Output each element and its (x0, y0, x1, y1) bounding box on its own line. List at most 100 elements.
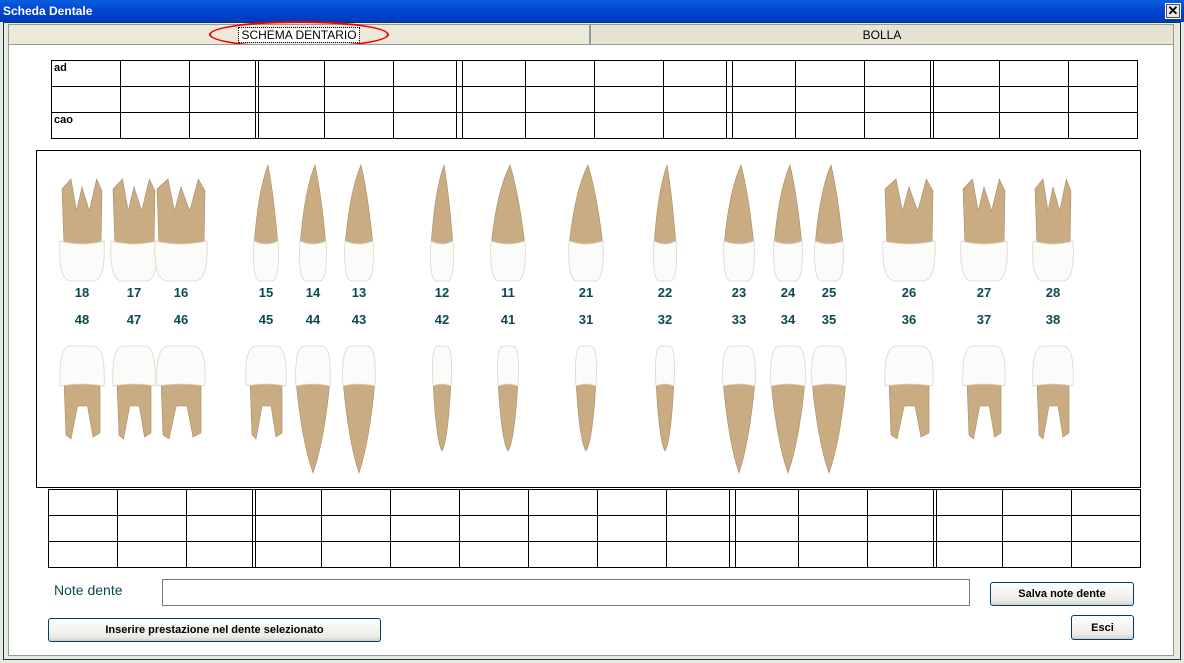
grid-cell[interactable] (1002, 489, 1072, 516)
tooth-34[interactable] (770, 345, 806, 474)
grid-cell[interactable] (186, 515, 256, 542)
grid-cell[interactable] (186, 489, 256, 516)
note-dente-input[interactable] (162, 579, 970, 606)
tooth-27[interactable] (960, 178, 1008, 282)
grid-cell[interactable] (726, 60, 796, 87)
tooth-47[interactable] (112, 345, 156, 440)
grid-cell[interactable] (252, 541, 322, 568)
grid-cell[interactable] (120, 112, 190, 139)
grid-cell[interactable] (117, 489, 187, 516)
grid-cell[interactable] (663, 60, 733, 87)
tooth-36[interactable] (884, 345, 934, 440)
grid-cell[interactable] (594, 60, 664, 87)
inserire-prestazione-button[interactable]: Inserire prestazione nel dente seleziona… (48, 618, 381, 642)
grid-cell[interactable] (459, 489, 529, 516)
grid-cell[interactable] (120, 86, 190, 113)
grid-cell[interactable] (189, 60, 259, 87)
grid-cell[interactable] (525, 60, 595, 87)
grid-cell[interactable] (117, 541, 187, 568)
grid-cell[interactable] (390, 515, 460, 542)
grid-cell[interactable] (390, 541, 460, 568)
grid-cell[interactable] (324, 86, 394, 113)
grid-cell[interactable] (867, 515, 937, 542)
tooth-12[interactable] (430, 163, 454, 282)
grid-cell[interactable] (390, 489, 460, 516)
grid-cell[interactable] (1002, 515, 1072, 542)
grid-cell[interactable] (594, 112, 664, 139)
grid-cell[interactable] (798, 541, 868, 568)
grid-cell[interactable] (528, 515, 598, 542)
grid-cell[interactable] (1068, 60, 1138, 87)
grid-cell[interactable] (189, 112, 259, 139)
grid-cell[interactable] (666, 489, 736, 516)
grid-cell[interactable] (729, 489, 799, 516)
grid-cell[interactable] (525, 112, 595, 139)
grid-cell[interactable] (1002, 541, 1072, 568)
grid-cell[interactable] (1071, 515, 1141, 542)
grid-cell[interactable] (255, 60, 325, 87)
grid-cell[interactable] (48, 515, 118, 542)
tooth-37[interactable] (962, 345, 1006, 440)
tooth-26[interactable] (882, 178, 936, 282)
grid-cell[interactable] (597, 489, 667, 516)
grid-cell[interactable] (729, 541, 799, 568)
tooth-38[interactable] (1032, 345, 1074, 440)
salva-note-button[interactable]: Salva note dente (990, 582, 1134, 606)
tooth-48[interactable] (59, 345, 105, 440)
tooth-25[interactable] (814, 164, 844, 282)
grid-cell[interactable] (663, 112, 733, 139)
grid-cell[interactable] (252, 489, 322, 516)
grid-cell[interactable] (459, 541, 529, 568)
grid-cell[interactable] (1071, 489, 1141, 516)
grid-cell[interactable] (798, 489, 868, 516)
grid-cell[interactable] (51, 86, 121, 113)
grid-cell[interactable] (255, 112, 325, 139)
tooth-41[interactable] (497, 345, 519, 452)
grid-cell[interactable] (456, 86, 526, 113)
grid-cell[interactable]: ad (51, 60, 121, 87)
grid-cell[interactable] (999, 86, 1069, 113)
tooth-31[interactable] (575, 345, 597, 452)
grid-cell[interactable] (864, 86, 934, 113)
grid-cell[interactable] (666, 541, 736, 568)
grid-cell[interactable] (999, 112, 1069, 139)
tab-bolla[interactable]: BOLLA (590, 24, 1174, 44)
grid-cell[interactable] (864, 60, 934, 87)
tooth-23[interactable] (723, 164, 755, 282)
grid-cell[interactable] (930, 112, 1000, 139)
grid-cell[interactable] (999, 60, 1069, 87)
grid-cell[interactable] (459, 515, 529, 542)
grid-cell[interactable] (1068, 86, 1138, 113)
grid-cell[interactable] (393, 112, 463, 139)
grid-cell[interactable] (864, 112, 934, 139)
grid-cell[interactable] (726, 112, 796, 139)
grid-cell[interactable] (321, 489, 391, 516)
tooth-43[interactable] (342, 345, 376, 474)
grid-cell[interactable] (525, 86, 595, 113)
tooth-18[interactable] (59, 178, 105, 282)
tooth-28[interactable] (1032, 177, 1074, 282)
grid-cell[interactable] (663, 86, 733, 113)
tooth-11[interactable] (490, 164, 526, 282)
grid-cell[interactable] (255, 86, 325, 113)
grid-cell[interactable] (726, 86, 796, 113)
grid-cell[interactable] (456, 60, 526, 87)
grid-cell[interactable]: cao (51, 112, 121, 139)
grid-cell[interactable] (324, 60, 394, 87)
grid-cell[interactable] (594, 86, 664, 113)
grid-cell[interactable] (189, 86, 259, 113)
grid-cell[interactable] (795, 86, 865, 113)
grid-cell[interactable] (933, 515, 1003, 542)
tooth-15[interactable] (253, 163, 279, 282)
tooth-22[interactable] (653, 163, 677, 282)
tooth-21[interactable] (568, 164, 604, 282)
grid-cell[interactable] (1068, 112, 1138, 139)
grid-cell[interactable] (933, 489, 1003, 516)
grid-cell[interactable] (117, 515, 187, 542)
tooth-17[interactable] (110, 178, 158, 282)
grid-cell[interactable] (1071, 541, 1141, 568)
grid-cell[interactable] (798, 515, 868, 542)
tooth-14[interactable] (299, 163, 327, 282)
grid-cell[interactable] (666, 515, 736, 542)
grid-cell[interactable] (324, 112, 394, 139)
